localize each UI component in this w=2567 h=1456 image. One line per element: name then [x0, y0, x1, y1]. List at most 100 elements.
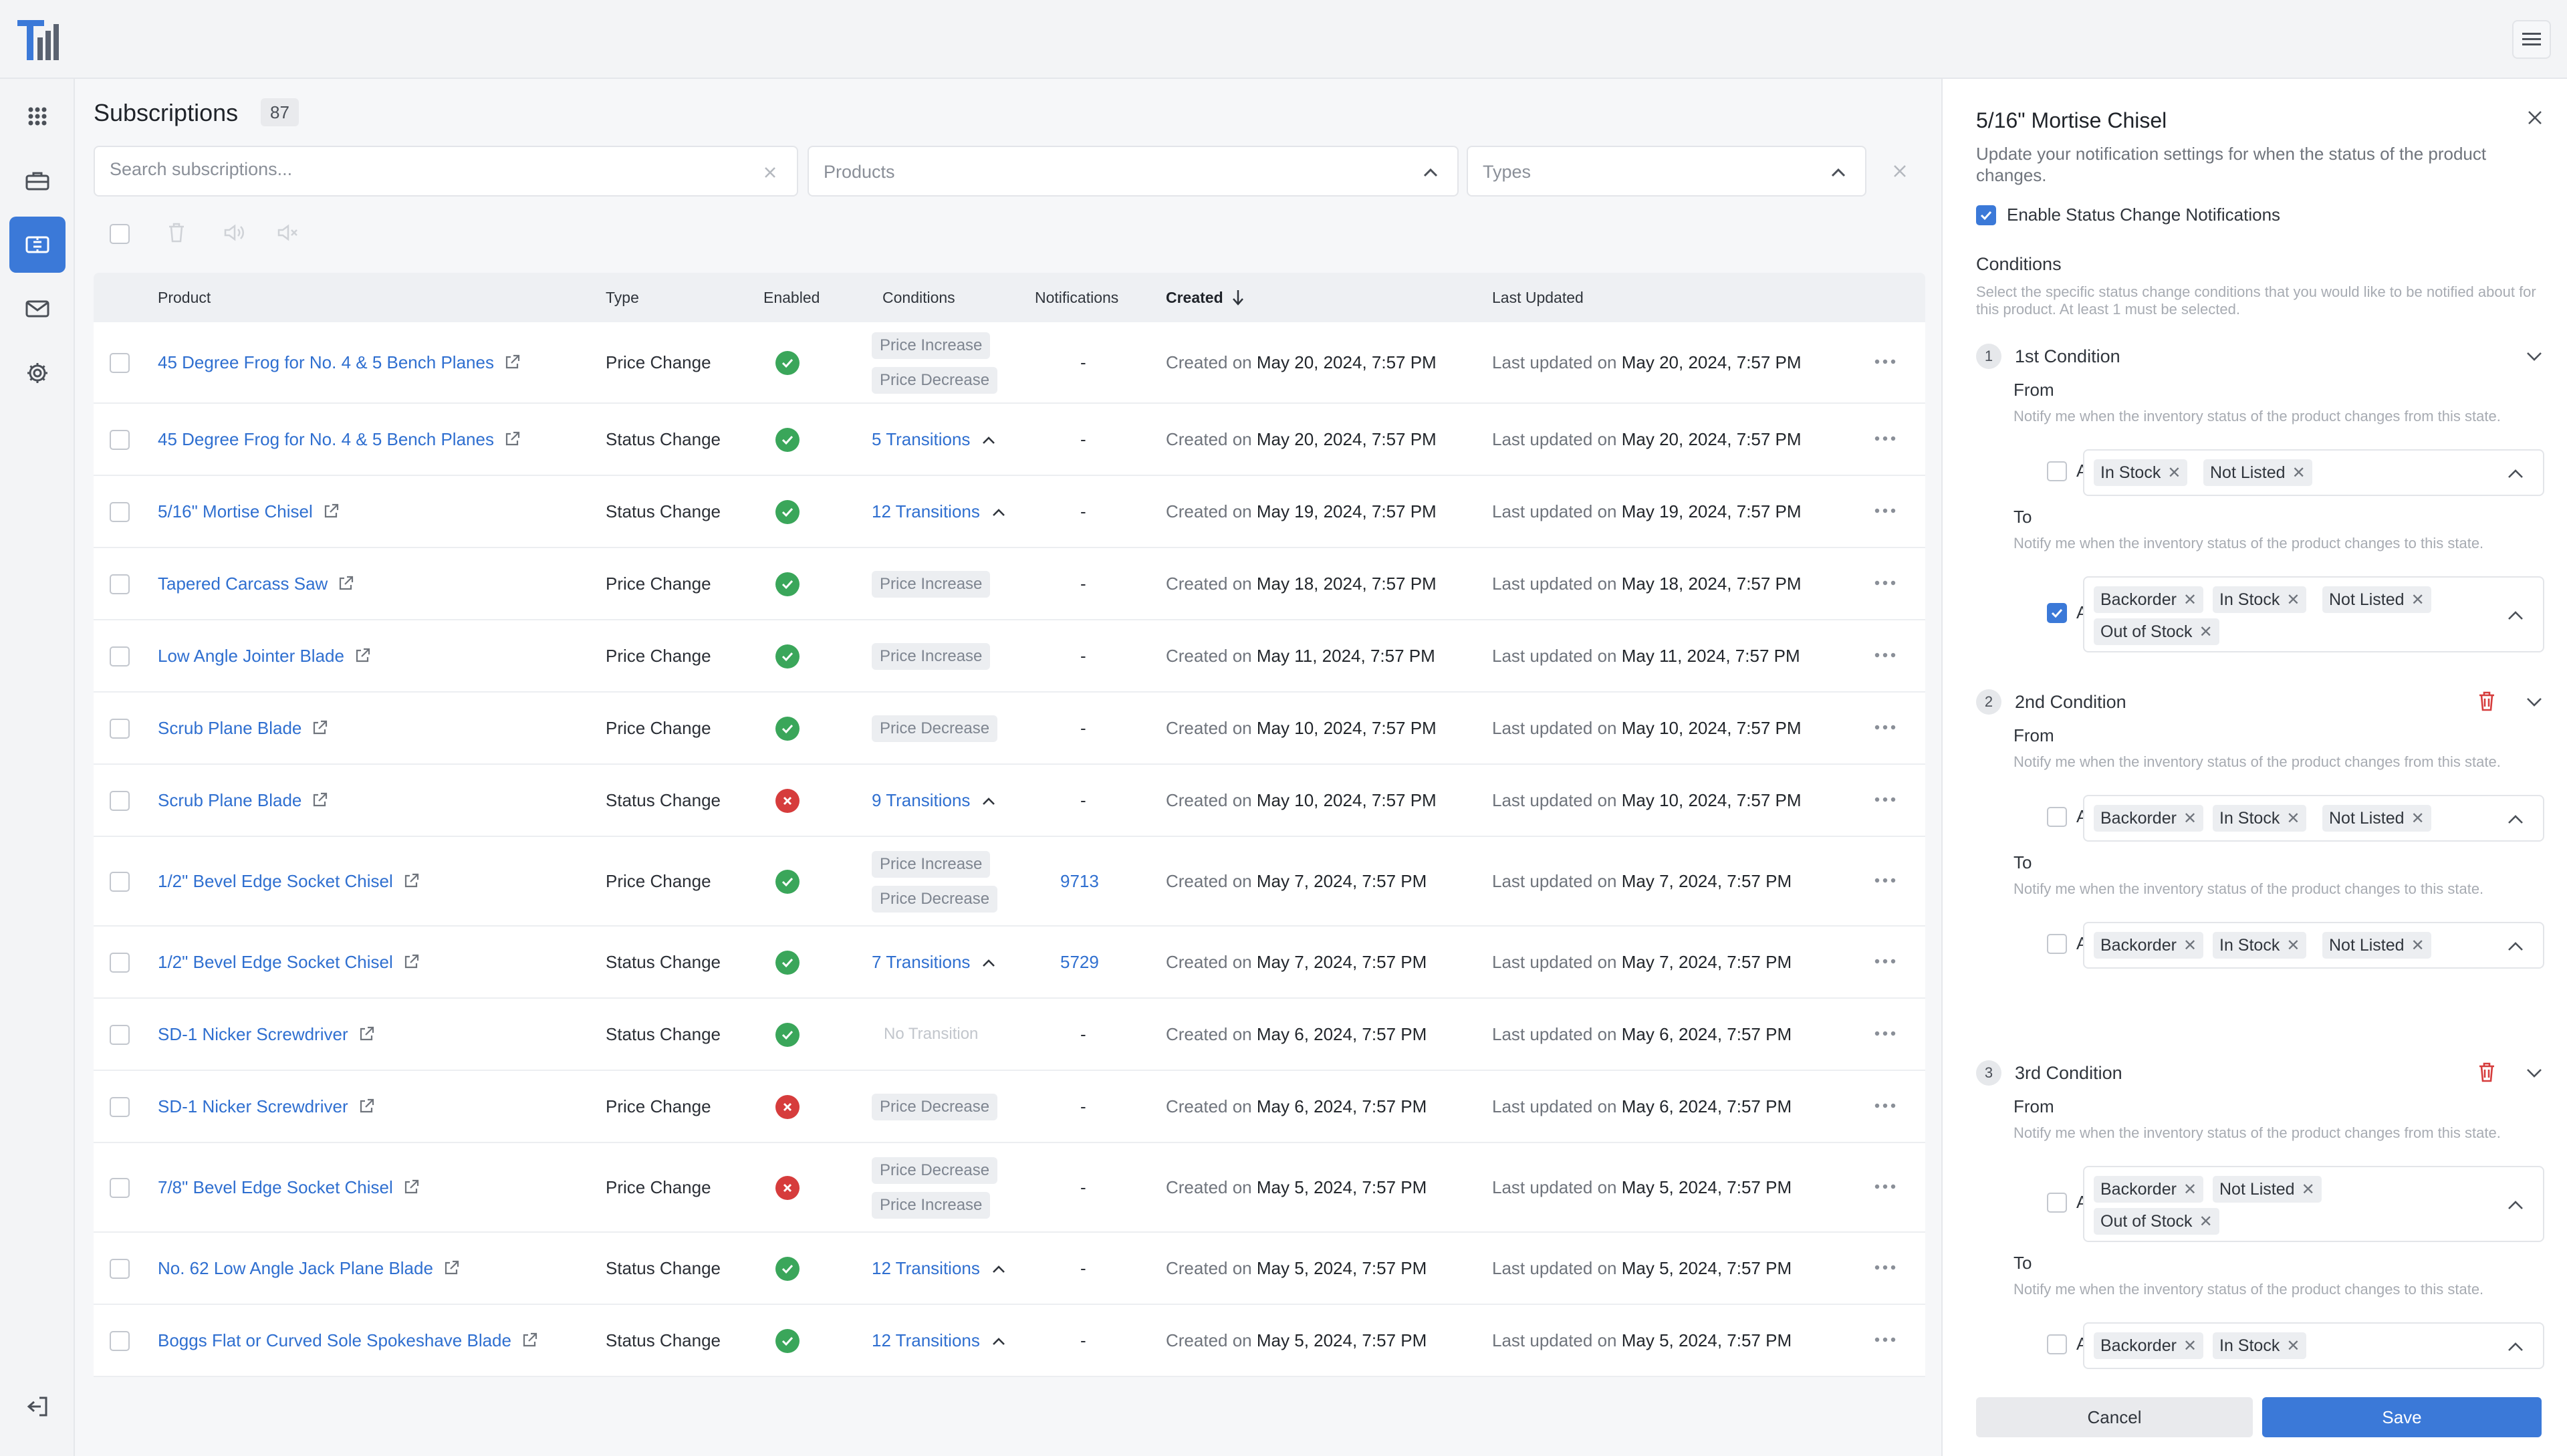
- table-row[interactable]: 45 Degree Frog for No. 4 & 5 Bench Plane…: [94, 322, 1925, 404]
- col-enabled[interactable]: Enabled: [763, 289, 820, 307]
- external-link-icon[interactable]: [301, 790, 328, 810]
- status-chip[interactable]: Not Listed ✕: [2322, 932, 2431, 959]
- col-last-updated[interactable]: Last Updated: [1492, 289, 1584, 307]
- status-chip[interactable]: Backorder ✕: [2094, 586, 2204, 613]
- status-chip[interactable]: Not Listed ✕: [2322, 805, 2431, 832]
- col-type[interactable]: Type: [606, 289, 639, 307]
- trash-icon[interactable]: [2476, 691, 2497, 712]
- remove-chip-icon[interactable]: ✕: [2167, 460, 2181, 487]
- product-link[interactable]: No. 62 Low Angle Jack Plane Blade: [158, 1258, 460, 1279]
- mail-icon[interactable]: [9, 281, 66, 337]
- external-link-icon[interactable]: [494, 429, 521, 449]
- more-options-icon[interactable]: [1874, 497, 1896, 518]
- external-link-icon[interactable]: [393, 952, 420, 972]
- chevron-down-icon[interactable]: [2524, 346, 2544, 366]
- more-options-icon[interactable]: [1874, 714, 1896, 735]
- transitions-toggle[interactable]: 12 Transitions: [872, 501, 1007, 522]
- table-row[interactable]: Scrub Plane Blade Price Change Price Decre…: [94, 693, 1925, 765]
- chevron-up-icon[interactable]: [2505, 937, 2526, 957]
- status-chip[interactable]: Out of Stock ✕: [2094, 1208, 2219, 1235]
- remove-chip-icon[interactable]: ✕: [2199, 619, 2213, 646]
- sound-off-icon[interactable]: [277, 223, 299, 245]
- row-checkbox[interactable]: [110, 1178, 130, 1198]
- more-options-icon[interactable]: [1874, 425, 1896, 446]
- status-multiselect[interactable]: Backorder ✕ In Stock ✕ Not Listed ✕ Out of Sto…: [2083, 576, 2544, 652]
- clear-filters-icon[interactable]: [1886, 158, 1913, 185]
- more-options-icon[interactable]: [1874, 348, 1896, 369]
- col-created[interactable]: Created: [1166, 289, 1223, 307]
- any-checkbox[interactable]: [2047, 806, 2067, 827]
- row-checkbox[interactable]: [110, 574, 130, 594]
- status-multiselect[interactable]: Backorder ✕ In Stock ✕ Not Listed ✕: [2083, 922, 2544, 969]
- product-link[interactable]: Scrub Plane Blade: [158, 790, 328, 811]
- transitions-toggle[interactable]: 9 Transitions: [872, 790, 997, 811]
- condition-header[interactable]: 1 1st Condition: [1976, 340, 2544, 373]
- product-link[interactable]: Tapered Carcass Saw: [158, 574, 354, 594]
- transitions-toggle[interactable]: 5 Transitions: [872, 429, 997, 450]
- ticket-icon[interactable]: [9, 217, 66, 273]
- more-options-icon[interactable]: [1874, 1326, 1896, 1347]
- remove-chip-icon[interactable]: ✕: [2292, 460, 2306, 487]
- enable-notifications-checkbox[interactable]: [1976, 205, 1996, 225]
- remove-chip-icon[interactable]: ✕: [2411, 587, 2425, 614]
- table-row[interactable]: Low Angle Jointer Blade Price Change Price…: [94, 620, 1925, 693]
- product-link[interactable]: 7/8" Bevel Edge Socket Chisel: [158, 1177, 420, 1198]
- row-checkbox[interactable]: [110, 1259, 130, 1279]
- notifications-value[interactable]: 9713: [1060, 871, 1099, 892]
- status-multiselect[interactable]: Backorder ✕ Not Listed ✕ Out of Stock ✕: [2083, 1166, 2544, 1242]
- external-link-icon[interactable]: [393, 871, 420, 891]
- row-checkbox[interactable]: [110, 791, 130, 811]
- table-row[interactable]: 1/2" Bevel Edge Socket Chisel Status Chan…: [94, 927, 1925, 999]
- external-link-icon[interactable]: [328, 574, 354, 594]
- close-icon[interactable]: [2522, 104, 2548, 131]
- status-chip[interactable]: In Stock ✕: [2213, 805, 2307, 832]
- table-row[interactable]: SD-1 Nicker Screwdriver Status Change No T…: [94, 999, 1925, 1071]
- table-row[interactable]: 5/16" Mortise Chisel Status Change 12 Tran…: [94, 476, 1925, 548]
- more-options-icon[interactable]: [1874, 642, 1896, 662]
- briefcase-icon[interactable]: [9, 152, 66, 209]
- external-link-icon[interactable]: [494, 352, 521, 372]
- products-select[interactable]: Products: [808, 146, 1459, 197]
- clear-search-icon[interactable]: [759, 162, 781, 183]
- remove-chip-icon[interactable]: ✕: [2411, 806, 2425, 832]
- status-chip[interactable]: Backorder ✕: [2094, 932, 2204, 959]
- row-checkbox[interactable]: [110, 353, 130, 373]
- table-row[interactable]: Tapered Carcass Saw Price Change Price Inc…: [94, 548, 1925, 620]
- trash-icon[interactable]: [167, 222, 186, 247]
- search-input[interactable]: [110, 159, 671, 180]
- transitions-toggle[interactable]: 12 Transitions: [872, 1330, 1007, 1351]
- more-options-icon[interactable]: [1874, 948, 1896, 969]
- remove-chip-icon[interactable]: ✕: [2199, 1209, 2213, 1235]
- any-checkbox[interactable]: [2047, 933, 2067, 954]
- chevron-up-icon[interactable]: [2505, 1195, 2526, 1215]
- table-row[interactable]: Boggs Flat or Curved Sole Spokeshave Bla…: [94, 1305, 1925, 1377]
- status-chip[interactable]: Not Listed ✕: [2213, 1176, 2322, 1203]
- product-link[interactable]: SD-1 Nicker Screwdriver: [158, 1024, 375, 1045]
- table-row[interactable]: Scrub Plane Blade Status Change 9 Transiti…: [94, 765, 1925, 837]
- grid-icon[interactable]: [9, 88, 66, 144]
- remove-chip-icon[interactable]: ✕: [2183, 933, 2197, 959]
- remove-chip-icon[interactable]: ✕: [2183, 1177, 2197, 1203]
- status-multiselect[interactable]: In Stock ✕ Not Listed ✕: [2083, 449, 2544, 496]
- sound-on-icon[interactable]: [223, 223, 246, 245]
- chevron-up-icon[interactable]: [1420, 162, 1441, 183]
- enable-notifications[interactable]: Enable Status Change Notifications: [1976, 205, 2280, 225]
- status-chip[interactable]: Not Listed ✕: [2203, 459, 2312, 486]
- status-chip[interactable]: Backorder ✕: [2094, 1176, 2204, 1203]
- row-checkbox[interactable]: [110, 502, 130, 522]
- status-chip[interactable]: In Stock ✕: [2213, 586, 2307, 613]
- condition-header[interactable]: 2 2nd Condition: [1976, 685, 2544, 719]
- status-chip[interactable]: In Stock ✕: [2213, 1332, 2307, 1359]
- status-chip[interactable]: Backorder ✕: [2094, 1332, 2204, 1360]
- more-options-icon[interactable]: [1874, 1020, 1896, 1041]
- col-notifications[interactable]: Notifications: [1035, 289, 1118, 307]
- product-link[interactable]: 45 Degree Frog for No. 4 & 5 Bench Plane…: [158, 429, 521, 450]
- row-checkbox[interactable]: [110, 1097, 130, 1117]
- cancel-button[interactable]: Cancel: [1976, 1397, 2253, 1437]
- external-link-icon[interactable]: [313, 501, 340, 521]
- trash-icon[interactable]: [2476, 1062, 2497, 1083]
- remove-chip-icon[interactable]: ✕: [2183, 1333, 2197, 1360]
- product-link[interactable]: 45 Degree Frog for No. 4 & 5 Bench Plane…: [158, 352, 521, 373]
- hamburger-icon[interactable]: [2512, 20, 2551, 59]
- chevron-up-icon[interactable]: [2505, 1337, 2526, 1357]
